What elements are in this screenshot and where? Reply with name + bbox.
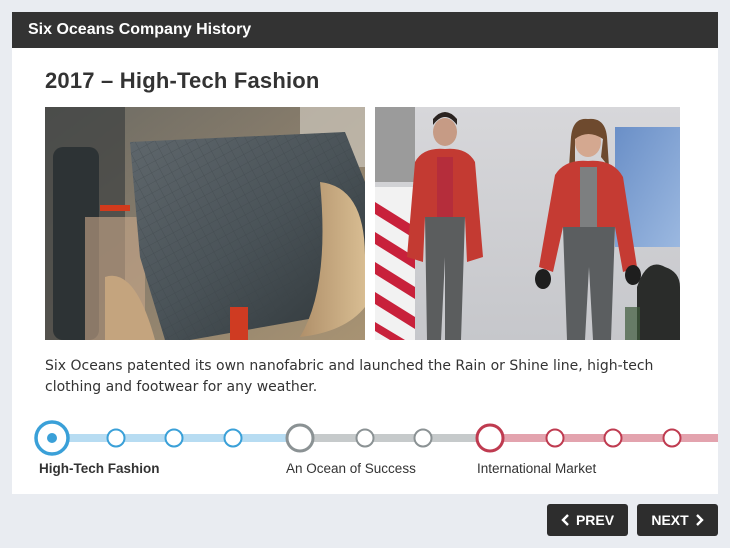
chevron-right-icon — [695, 514, 704, 526]
timeline-step[interactable] — [545, 428, 565, 448]
chevron-left-icon — [561, 514, 569, 526]
slide-description: Six Oceans patented its own nanofabric a… — [45, 358, 654, 395]
runway-models-photo — [375, 107, 680, 340]
timeline-step[interactable] — [164, 428, 184, 448]
timeline-node-international-market[interactable] — [475, 423, 505, 453]
prev-button-label: PREV — [575, 512, 615, 528]
timeline-label-high-tech-fashion[interactable]: High-Tech Fashion — [39, 461, 160, 476]
nanofabric-roll-photo — [45, 107, 365, 340]
timeline-segment-ocean — [300, 434, 476, 442]
timeline-label-international-market[interactable]: International Market — [477, 461, 596, 476]
timeline-step[interactable] — [662, 428, 682, 448]
timeline-step[interactable] — [603, 428, 623, 448]
next-button-label: NEXT — [651, 512, 689, 528]
timeline-track — [34, 420, 718, 456]
window-title: Six Oceans Company History — [28, 21, 252, 38]
timeline-step[interactable] — [355, 428, 375, 448]
prev-button[interactable]: PREV — [547, 504, 628, 536]
timeline-step[interactable] — [223, 428, 243, 448]
timeline-node-high-tech-fashion[interactable] — [34, 420, 70, 456]
timeline-step[interactable] — [106, 428, 126, 448]
next-button[interactable]: NEXT — [637, 504, 718, 536]
timeline-step[interactable] — [413, 428, 433, 448]
history-card: Six Oceans Company History 2017 – High-T… — [12, 12, 718, 494]
window-title-bar: Six Oceans Company History — [12, 12, 718, 48]
slide-heading: 2017 – High-Tech Fashion — [45, 68, 320, 93]
timeline-label-an-ocean-of-success[interactable]: An Ocean of Success — [286, 461, 416, 476]
timeline-node-an-ocean-of-success[interactable] — [285, 423, 315, 453]
